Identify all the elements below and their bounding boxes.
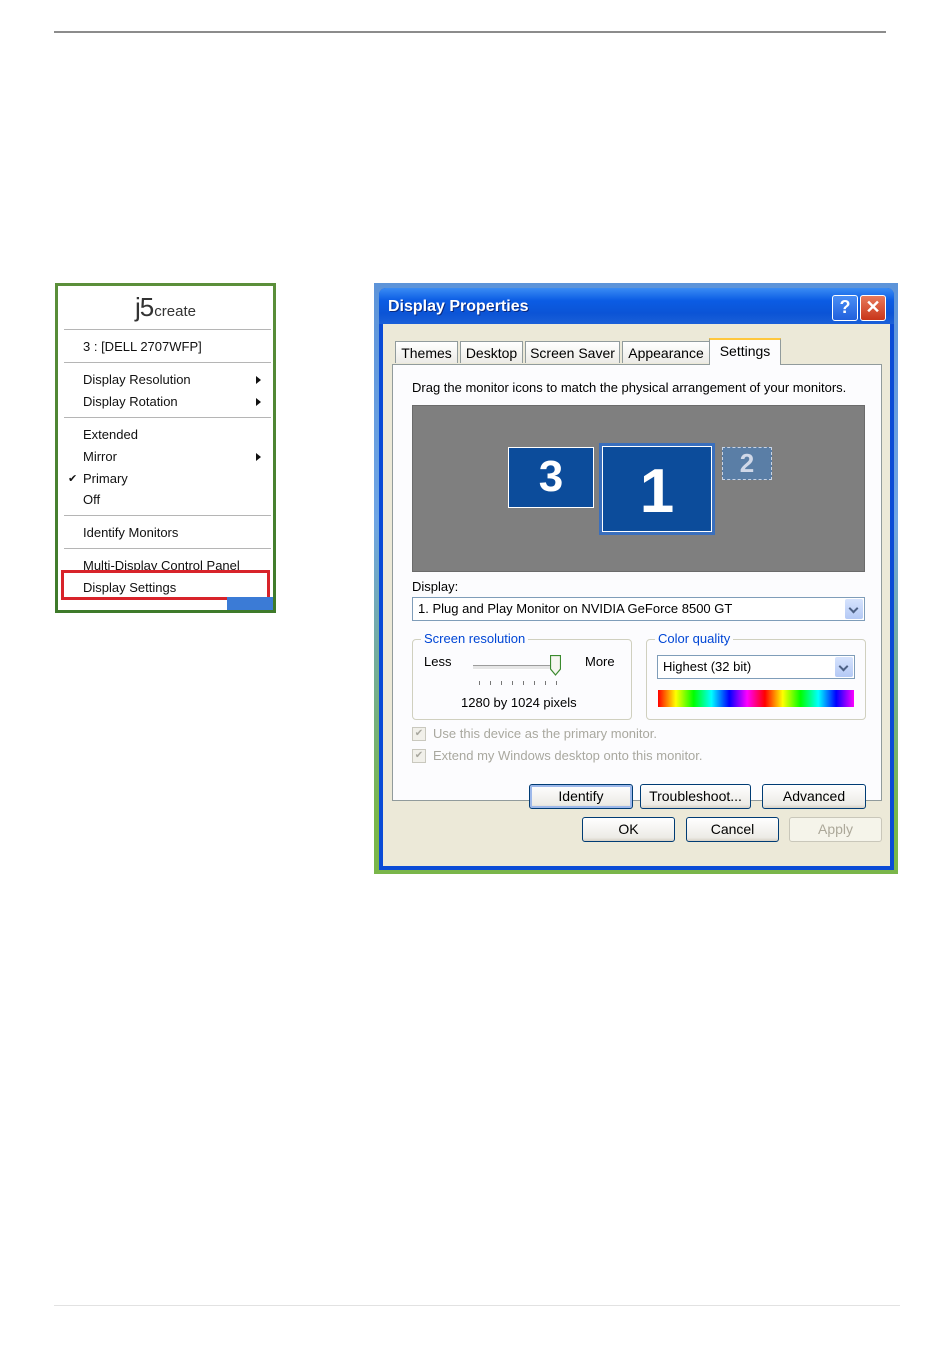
slider-tick [512,681,513,685]
bottom-rule [54,1305,900,1306]
primary-monitor-label: Use this device as the primary monitor. [433,726,657,741]
menu-separator [64,548,271,549]
slider-tick [501,681,502,685]
monitor-2-icon[interactable]: 2 [722,447,772,480]
color-spectrum-bar [658,690,854,707]
monitor-3-icon[interactable]: 3 [508,447,594,508]
more-label: More [585,654,615,669]
tab-settings[interactable]: Settings [709,338,781,365]
troubleshoot-button[interactable]: Troubleshoot... [640,784,751,809]
menu-item-device[interactable]: 3 : [DELL 2707WFP] [83,337,269,357]
dialog-screenshot: Display Properties ? ✕ Themes Desktop Sc… [374,283,898,874]
menu-item-label: Extended [83,427,138,442]
highlight-box [61,570,270,600]
cancel-button[interactable]: Cancel [686,817,779,842]
menu-item-extended[interactable]: Extended [83,425,269,445]
chevron-right-icon [256,376,261,384]
menu-item-label: Display Rotation [83,394,178,409]
resolution-slider-thumb[interactable] [550,655,561,676]
menu-item-off[interactable]: Off [83,490,269,510]
color-quality-value: Highest (32 bit) [663,659,752,674]
monitor-arrangement-area[interactable]: 3 1 2 [412,405,865,572]
title-bar[interactable]: Display Properties ? ✕ [379,288,894,324]
display-label: Display: [412,579,459,594]
menu-item-identify-monitors[interactable]: Identify Monitors [83,523,269,543]
menu-separator [64,515,271,516]
ok-button[interactable]: OK [582,817,675,842]
color-quality-select[interactable]: Highest (32 bit) [657,655,855,679]
screen-resolution-legend: Screen resolution [421,631,529,646]
logo-sub: create [154,303,196,320]
window-title: Display Properties [388,298,529,315]
instruction-text: Drag the monitor icons to match the phys… [412,380,847,395]
menu-separator [64,362,271,363]
j5create-context-menu: j5create 3 : [DELL 2707WFP] Display Reso… [58,286,273,610]
menu-item-mirror[interactable]: Mirror [83,447,269,467]
tab-appearance[interactable]: Appearance [622,341,710,363]
taskbar-fragment [227,597,273,610]
chevron-right-icon [256,398,261,406]
settings-panel: Drag the monitor icons to match the phys… [392,364,882,809]
resolution-slider-track[interactable] [473,665,559,670]
extend-desktop-label: Extend my Windows desktop onto this moni… [433,748,703,763]
monitor-1-icon[interactable]: 1 [599,443,715,535]
advanced-button[interactable]: Advanced [762,784,866,809]
menu-item-label: Off [83,492,101,507]
color-quality-group: Color quality Highest (32 bit) [646,631,866,720]
color-quality-legend: Color quality [655,631,734,646]
menu-item-display-resolution[interactable]: Display Resolution [83,370,269,390]
display-properties-window: Display Properties ? ✕ Themes Desktop Sc… [379,288,894,870]
display-select[interactable]: 1. Plug and Play Monitor on NVIDIA GeFor… [412,597,865,621]
less-label: Less [424,654,452,669]
tab-themes[interactable]: Themes [395,341,458,363]
menu-item-primary[interactable]: ✔ Primary [68,469,269,489]
menu-item-label: Identify Monitors [83,525,179,540]
resolution-value: 1280 by 1024 pixels [461,695,577,710]
menu-separator [64,329,271,330]
checkmark-icon: ✔ [68,473,78,485]
help-button[interactable]: ? [832,295,858,321]
identify-button[interactable]: Identify [529,784,633,809]
dialog-client-area: Themes Desktop Screen Saver Appearance D… [383,324,890,866]
screen-resolution-group: Screen resolution Less More 1280 by 1024… [412,631,632,720]
slider-tick [479,681,480,685]
logo-main: j5 [135,292,154,322]
slider-tick [556,681,557,685]
extend-desktop-checkbox[interactable]: ✔ [412,749,426,763]
apply-button[interactable]: Apply [789,817,882,842]
chevron-down-icon[interactable] [835,657,853,677]
slider-tick [534,681,535,685]
slider-tick [545,681,546,685]
display-select-value: 1. Plug and Play Monitor on NVIDIA GeFor… [418,601,733,616]
menu-item-display-rotation[interactable]: Display Rotation [83,392,269,412]
menu-screenshot: j5create 3 : [DELL 2707WFP] Display Reso… [55,283,276,613]
top-rule [54,31,886,33]
close-button[interactable]: ✕ [860,295,886,321]
slider-tick [490,681,491,685]
chevron-down-icon[interactable] [845,599,863,619]
tab-screen-saver[interactable]: Screen Saver [525,341,620,363]
chevron-right-icon [256,453,261,461]
menu-item-label: Mirror [83,449,117,464]
menu-separator [64,417,271,418]
help-icon: ? [839,297,851,317]
j5create-logo: j5create [58,292,273,323]
menu-item-label: Primary [83,471,128,486]
tab-desktop[interactable]: Desktop [460,341,523,363]
slider-tick [523,681,524,685]
primary-monitor-checkbox[interactable]: ✔ [412,727,426,741]
menu-item-label: Display Resolution [83,372,191,387]
close-icon: ✕ [865,297,881,317]
